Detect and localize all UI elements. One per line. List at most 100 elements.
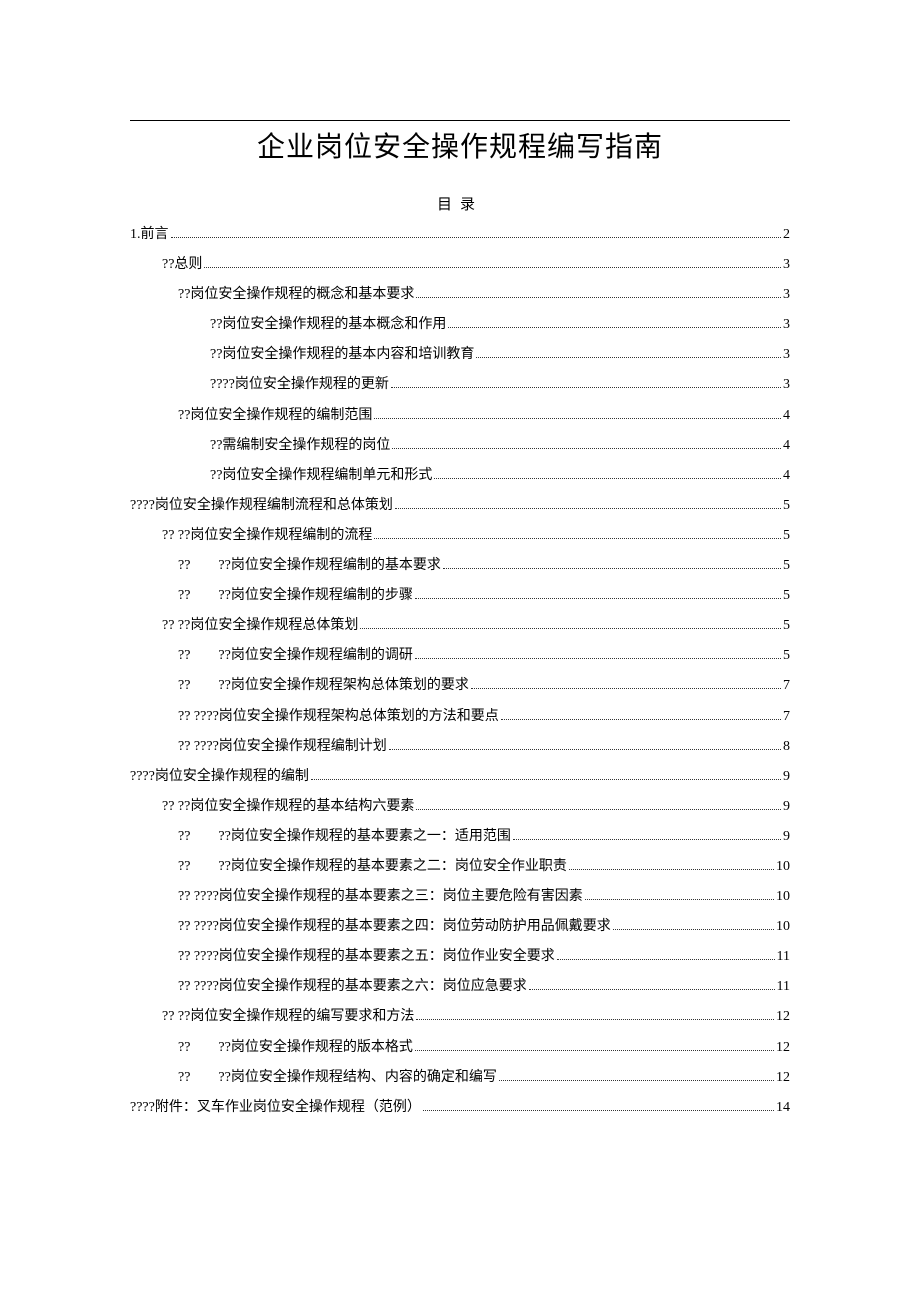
toc-entry-label: ??需编制安全操作规程的岗位 [210, 431, 390, 461]
toc-entry: ?? ????岗位安全操作规程的基本要素之五：岗位作业安全要求 11 [130, 942, 790, 972]
toc-entry-page: 4 [783, 401, 790, 431]
toc-leader-dots [415, 658, 781, 659]
toc-entry-label: ?? ??岗位安全操作规程编制的基本要求 [178, 551, 441, 581]
toc-entry-label: ????岗位安全操作规程的更新 [210, 370, 389, 400]
toc-entry: ?? ??岗位安全操作规程架构总体策划的要求7 [130, 671, 790, 701]
toc-entry-label: ??岗位安全操作规程编制单元和形式 [210, 461, 432, 491]
toc-entry: ?? ??岗位安全操作规程的编写要求和方法 12 [130, 1002, 790, 1032]
toc-leader-dots [395, 508, 781, 509]
toc-entry: ????附件：叉车作业岗位安全操作规程（范例） 14 [130, 1093, 790, 1123]
toc-entry: ?? ??岗位安全操作规程的基本结构六要素9 [130, 792, 790, 822]
toc-leader-dots [374, 418, 781, 419]
toc-entry-page: 5 [783, 641, 790, 671]
toc-leader-dots [392, 448, 781, 449]
toc-leader-dots [416, 809, 781, 810]
toc-entry: ??岗位安全操作规程的基本概念和作用 3 [130, 310, 790, 340]
toc-entry-page: 5 [783, 551, 790, 581]
toc-leader-dots [416, 1019, 774, 1020]
toc-entry-page: 2 [783, 220, 790, 250]
toc-entry-page: 10 [776, 912, 790, 942]
toc-entry: ?? ??岗位安全操作规程编制的步骤 5 [130, 581, 790, 611]
toc-entry-label: ?? ????岗位安全操作规程架构总体策划的方法和要点 [178, 702, 499, 732]
toc-leader-dots [443, 568, 781, 569]
toc-entry: ?? ????岗位安全操作规程的基本要素之三：岗位主要危险有害因素 10 [130, 882, 790, 912]
toc-entry: ?? ????岗位安全操作规程编制计划8 [130, 732, 790, 762]
toc-leader-dots [529, 989, 775, 990]
toc-entry-label: ??总则 [162, 250, 202, 280]
toc-entry: ?? ??岗位安全操作规程结构、内容的确定和编写12 [130, 1063, 790, 1093]
toc-entry: ????岗位安全操作规程的编制9 [130, 762, 790, 792]
toc-entry-label: ?? ??岗位安全操作规程的编写要求和方法 [162, 1002, 414, 1032]
toc-leader-dots [557, 959, 775, 960]
toc-entry: ?? ??岗位安全操作规程编制的基本要求 5 [130, 551, 790, 581]
toc-leader-dots [171, 237, 782, 238]
toc-leader-dots [311, 779, 781, 780]
toc-entry-page: 5 [783, 491, 790, 521]
document-title: 企业岗位安全操作规程编写指南 [130, 125, 790, 165]
toc-entry: ??岗位安全操作规程的概念和基本要求3 [130, 280, 790, 310]
toc-leader-dots [476, 357, 781, 358]
toc-entry-page: 5 [783, 611, 790, 641]
toc-entry-page: 5 [783, 521, 790, 551]
toc-entry-page: 5 [783, 581, 790, 611]
toc-leader-dots [374, 538, 781, 539]
toc-entry-label: ??岗位安全操作规程的基本内容和培训教育 [210, 340, 474, 370]
toc-entry-label: ?? ????岗位安全操作规程的基本要素之四：岗位劳动防护用品佩戴要求 [178, 912, 611, 942]
toc-entry-page: 10 [776, 852, 790, 882]
toc-entry-page: 7 [783, 702, 790, 732]
toc-leader-dots [471, 688, 781, 689]
toc-entry-label: 1.前言 [130, 220, 169, 250]
toc-entry-label: ?? ??岗位安全操作规程编制的调研 [178, 641, 413, 671]
toc-entry-page: 3 [783, 310, 790, 340]
toc-entry-label: ?? ??岗位安全操作规程的基本要素之二：岗位安全作业职责 [178, 852, 567, 882]
toc-entry: ??总则 3 [130, 250, 790, 280]
toc-entry: ?? ??岗位安全操作规程编制的调研 5 [130, 641, 790, 671]
toc-entry-page: 11 [777, 942, 790, 972]
toc-entry: ?? ??岗位安全操作规程的基本要素之一：适用范围 9 [130, 822, 790, 852]
toc-entry: ?? ????岗位安全操作规程的基本要素之六：岗位应急要求11 [130, 972, 790, 1002]
toc-entry-label: ?? ??岗位安全操作规程的基本结构六要素 [162, 792, 414, 822]
document-page: 企业岗位安全操作规程编写指南 目录 1.前言2??总则3??岗位安全操作规程的概… [0, 0, 920, 1183]
toc-entry: ????岗位安全操作规程的更新3 [130, 370, 790, 400]
toc-entry-page: 4 [783, 461, 790, 491]
toc-entry-page: 9 [783, 762, 790, 792]
toc-leader-dots [585, 899, 774, 900]
toc-entry: ?? ????岗位安全操作规程架构总体策划的方法和要点 7 [130, 702, 790, 732]
toc-entry: ?? ????岗位安全操作规程的基本要素之四：岗位劳动防护用品佩戴要求 10 [130, 912, 790, 942]
toc-entry-label: ????岗位安全操作规程编制流程和总体策划 [130, 491, 393, 521]
toc-entry-label: ?? ????岗位安全操作规程的基本要素之六：岗位应急要求 [178, 972, 527, 1002]
toc-entry-label: ??岗位安全操作规程的编制范围 [178, 401, 372, 431]
toc-entry: ??需编制安全操作规程的岗位4 [130, 431, 790, 461]
toc-leader-dots [391, 387, 781, 388]
toc-entry-page: 12 [776, 1002, 790, 1032]
toc-entry-page: 9 [783, 822, 790, 852]
toc-leader-dots [448, 327, 781, 328]
toc-entry-label: ?? ??岗位安全操作规程编制的步骤 [178, 581, 413, 611]
toc-entry-label: ??岗位安全操作规程的基本概念和作用 [210, 310, 446, 340]
toc-leader-dots [415, 1050, 774, 1051]
toc-entry-page: 14 [776, 1093, 790, 1123]
toc-leader-dots [513, 839, 781, 840]
toc-entry: ??岗位安全操作规程编制单元和形式 4 [130, 461, 790, 491]
toc-entry-page: 3 [783, 250, 790, 280]
toc-entry-label: ?? ????岗位安全操作规程的基本要素之五：岗位作业安全要求 [178, 942, 555, 972]
toc-entry-label: ?? ????岗位安全操作规程的基本要素之三：岗位主要危险有害因素 [178, 882, 583, 912]
toc-entry: ????岗位安全操作规程编制流程和总体策划 5 [130, 491, 790, 521]
toc-entry-page: 12 [776, 1063, 790, 1093]
toc-entry-label: ?? ??岗位安全操作规程架构总体策划的要求 [178, 671, 469, 701]
toc-leader-dots [389, 749, 781, 750]
toc-entry-label: ????附件：叉车作业岗位安全操作规程（范例） [130, 1093, 421, 1123]
toc-entry-page: 3 [783, 280, 790, 310]
toc-entry-label: ?? ??岗位安全操作规程的基本要素之一：适用范围 [178, 822, 511, 852]
toc-entry-page: 3 [783, 340, 790, 370]
toc-entry-page: 10 [776, 882, 790, 912]
toc-heading: 目录 [130, 193, 790, 214]
toc-leader-dots [416, 297, 781, 298]
toc-entry-page: 12 [776, 1033, 790, 1063]
toc-leader-dots [415, 598, 781, 599]
toc-leader-dots [204, 267, 781, 268]
table-of-contents: 1.前言2??总则3??岗位安全操作规程的概念和基本要求3??岗位安全操作规程的… [130, 220, 790, 1123]
toc-leader-dots [434, 478, 781, 479]
toc-leader-dots [499, 1080, 774, 1081]
toc-leader-dots [423, 1110, 774, 1111]
